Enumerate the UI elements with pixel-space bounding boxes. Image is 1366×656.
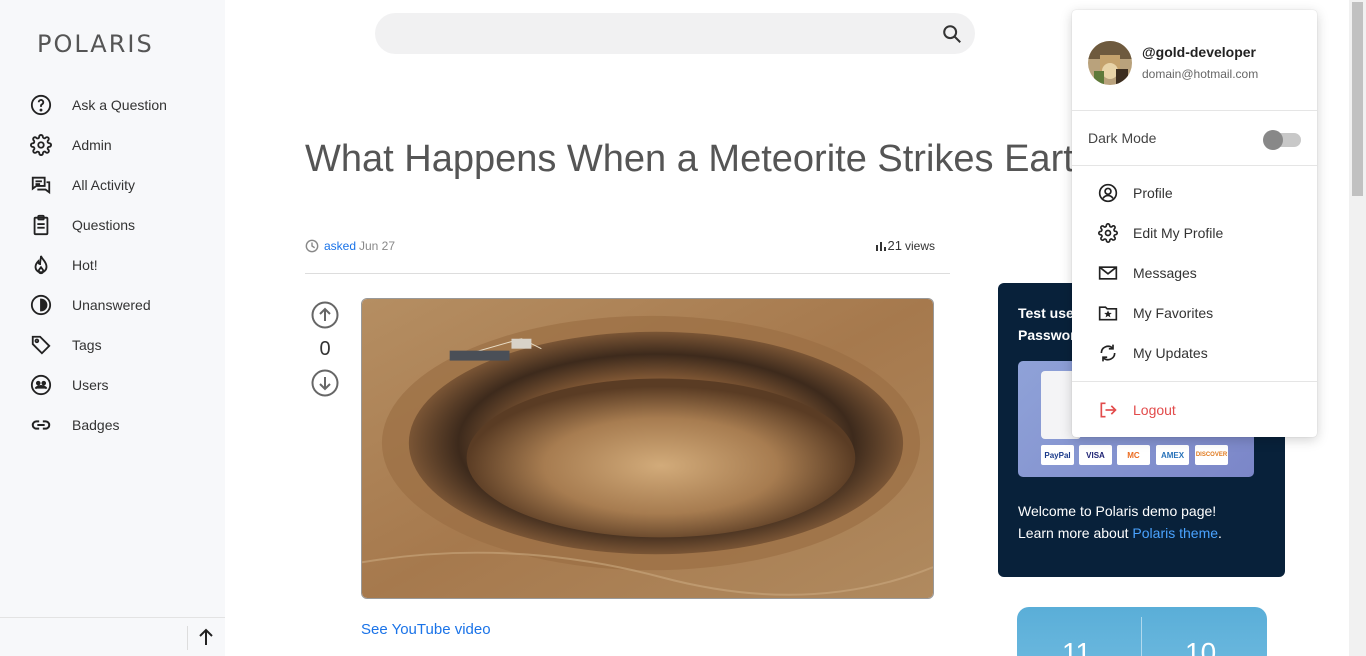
dark-mode-label: Dark Mode xyxy=(1088,130,1157,146)
meteor-crater-image xyxy=(361,298,934,599)
chat-bubbles-icon xyxy=(30,174,52,196)
vote-count: 0 xyxy=(319,338,331,360)
sidebar-item-label: Hot! xyxy=(72,257,98,273)
gear-icon xyxy=(30,134,52,156)
gear-icon xyxy=(1098,223,1118,243)
menu-item-label: Edit My Profile xyxy=(1133,225,1224,241)
user-circle-icon xyxy=(1098,183,1118,203)
stat-right: 10 xyxy=(1185,637,1217,656)
menu-item-updates[interactable]: My Updates xyxy=(1072,333,1317,373)
sidebar-item-badges[interactable]: Badges xyxy=(0,405,225,445)
clock-icon xyxy=(305,239,320,254)
dark-mode-row: Dark Mode xyxy=(1072,111,1317,166)
logout-icon xyxy=(1098,400,1118,420)
paypal-badge: PayPal xyxy=(1041,445,1074,465)
avatar[interactable] xyxy=(1088,41,1132,85)
sidebar-item-label: Questions xyxy=(72,217,136,233)
sidebar-item-label: Admin xyxy=(72,137,112,153)
views-count: 21 views xyxy=(875,238,935,253)
learn-more-line: Learn more about Polaris theme. xyxy=(1018,525,1222,541)
refresh-icon xyxy=(1098,343,1118,363)
sidebar: POLARIS Ask a Question Admin All Activit… xyxy=(0,0,225,656)
sidebar-item-label: Users xyxy=(72,377,109,393)
promo-welcome: Welcome to Polaris demo page! Learn more… xyxy=(1018,500,1222,544)
youtube-video-link[interactable]: See YouTube video xyxy=(361,621,491,638)
sidebar-item-label: Unanswered xyxy=(72,297,151,313)
divider xyxy=(187,626,188,650)
toggle-knob xyxy=(1263,130,1283,150)
envelope-icon xyxy=(1098,263,1118,283)
sidebar-item-questions[interactable]: Questions xyxy=(0,205,225,245)
views-number: 21 xyxy=(887,238,902,253)
asked-link[interactable]: asked xyxy=(324,239,356,253)
sidebar-item-label: Badges xyxy=(72,417,120,433)
bar-chart-icon xyxy=(875,241,886,251)
sidebar-item-unanswered[interactable]: Unanswered xyxy=(0,285,225,325)
menu-item-label: My Updates xyxy=(1133,345,1208,361)
mastercard-badge: MC xyxy=(1117,445,1150,465)
link-icon xyxy=(30,414,52,436)
promo-line-1: Test user xyxy=(1018,305,1080,321)
sidebar-item-label: All Activity xyxy=(72,177,136,193)
sidebar-item-tags[interactable]: Tags xyxy=(0,325,225,365)
upvote-button[interactable] xyxy=(310,300,340,330)
divider xyxy=(1141,617,1142,656)
sidebar-item-label: Ask a Question xyxy=(72,97,167,113)
downvote-button[interactable] xyxy=(310,368,340,398)
polaris-theme-link[interactable]: Polaris theme xyxy=(1132,525,1218,541)
menu-item-label: My Favorites xyxy=(1133,305,1214,321)
logout-section: Logout xyxy=(1072,381,1317,437)
menu-item-edit-profile[interactable]: Edit My Profile xyxy=(1072,213,1317,253)
menu-item-messages[interactable]: Messages xyxy=(1072,253,1317,293)
asked-date: Jun 27 xyxy=(359,239,396,253)
page-scrollbar[interactable] xyxy=(1349,0,1366,656)
sidebar-item-all-activity[interactable]: All Activity xyxy=(0,165,225,205)
folder-star-icon xyxy=(1098,303,1118,323)
menu-item-label: Profile xyxy=(1133,185,1173,201)
menu-item-label: Messages xyxy=(1133,265,1197,281)
user-menu-items: Profile Edit My Profile Messages My Favo… xyxy=(1072,173,1317,373)
menu-item-profile[interactable]: Profile xyxy=(1072,173,1317,213)
clipboard-icon xyxy=(30,214,52,236)
search-bar xyxy=(375,13,975,54)
menu-item-favorites[interactable]: My Favorites xyxy=(1072,293,1317,333)
tag-icon xyxy=(30,334,52,356)
site-logo[interactable]: POLARIS xyxy=(37,30,154,58)
visa-badge: VISA xyxy=(1079,445,1112,465)
user-header: @gold-developer domain@hotmail.com xyxy=(1072,10,1317,111)
welcome-text: Welcome to Polaris demo page! xyxy=(1018,503,1217,519)
dark-mode-toggle[interactable] xyxy=(1263,130,1301,150)
user-menu-dropdown: @gold-developer domain@hotmail.com Dark … xyxy=(1072,10,1317,437)
sidebar-footer xyxy=(0,617,225,656)
sidebar-nav: Ask a Question Admin All Activity Questi… xyxy=(0,85,225,445)
stats-card: 11 10 xyxy=(1017,607,1267,656)
discover-badge: DISCOVER xyxy=(1195,445,1228,465)
sidebar-item-ask-question[interactable]: Ask a Question xyxy=(0,85,225,125)
half-circle-icon xyxy=(30,294,52,316)
user-email: domain@hotmail.com xyxy=(1142,67,1259,81)
sidebar-item-hot[interactable]: Hot! xyxy=(0,245,225,285)
sidebar-item-label: Tags xyxy=(72,337,102,353)
sidebar-item-admin[interactable]: Admin xyxy=(0,125,225,165)
scrollbar-thumb[interactable] xyxy=(1352,2,1363,196)
logout-label: Logout xyxy=(1133,402,1176,418)
logout-button[interactable]: Logout xyxy=(1072,390,1317,430)
stat-left: 11 xyxy=(1062,637,1092,656)
search-icon[interactable] xyxy=(941,23,963,45)
flame-icon xyxy=(30,254,52,276)
search-input[interactable] xyxy=(395,21,935,46)
username: @gold-developer xyxy=(1142,44,1256,60)
vote-panel: 0 xyxy=(310,300,340,398)
question-circle-icon xyxy=(30,94,52,116)
arrow-up-icon[interactable] xyxy=(196,626,216,648)
amex-badge: AMEX xyxy=(1156,445,1189,465)
sidebar-item-users[interactable]: Users xyxy=(0,365,225,405)
views-label: views xyxy=(904,238,935,253)
page-title: What Happens When a Meteorite Strikes Ea… xyxy=(305,138,1075,180)
question-meta: asked Jun 27 21 views xyxy=(305,238,950,274)
user-face-icon xyxy=(30,374,52,396)
